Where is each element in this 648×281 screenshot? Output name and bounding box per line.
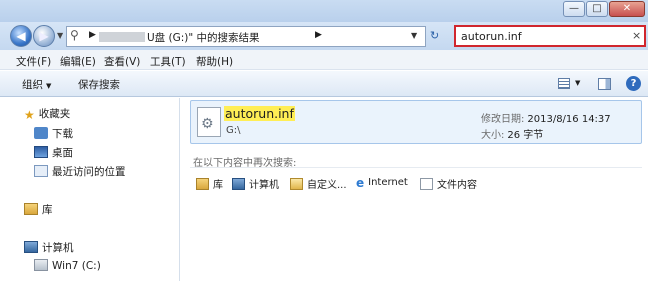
address-dropdown-icon[interactable]: ▼ bbox=[411, 31, 417, 40]
library-icon bbox=[24, 203, 38, 215]
search-result-item[interactable]: ⚙ autorun.inf G:\ 修改日期: 2013/8/16 14:37 大… bbox=[190, 100, 642, 144]
nav-drive-c[interactable]: Win7 (C:) bbox=[34, 259, 101, 272]
minimize-button[interactable]: — bbox=[563, 1, 585, 17]
clear-search-icon[interactable]: × bbox=[632, 29, 641, 42]
nav-downloads[interactable]: 下载 bbox=[34, 126, 73, 141]
search-again-internet[interactable]: e Internet bbox=[356, 176, 408, 190]
hard-drive-icon bbox=[34, 259, 48, 271]
search-again-custom[interactable]: 自定义... bbox=[290, 176, 347, 191]
modified-label: 修改日期: bbox=[481, 114, 525, 125]
search-again-label: 自定义... bbox=[307, 180, 347, 191]
breadcrumb[interactable]: U盘 (G:)" 中的搜索结果 bbox=[147, 30, 260, 45]
recent-places-icon bbox=[34, 165, 48, 177]
command-bar: 组织 ▼ 保存搜索 ▼ ? bbox=[0, 71, 648, 97]
search-again-label: 计算机 bbox=[249, 180, 279, 191]
menu-file[interactable]: 文件(F) bbox=[16, 54, 51, 69]
document-icon bbox=[420, 178, 433, 190]
search-input[interactable]: autorun.inf × bbox=[454, 25, 646, 47]
settings-file-icon: ⚙ bbox=[197, 107, 221, 137]
breadcrumb-chevron-icon[interactable]: ▶ bbox=[89, 30, 96, 40]
forward-button[interactable]: ▶ bbox=[33, 25, 55, 47]
close-button[interactable]: ✕ bbox=[609, 1, 645, 17]
menu-help[interactable]: 帮助(H) bbox=[196, 54, 233, 69]
downloads-folder-icon bbox=[34, 127, 48, 139]
computer-icon bbox=[232, 178, 245, 190]
nav-label: Win7 (C:) bbox=[52, 260, 101, 272]
back-button[interactable]: ◀ bbox=[10, 25, 32, 47]
modified-value: 2013/8/16 14:37 bbox=[527, 114, 611, 125]
search-again-label: Internet bbox=[368, 177, 408, 188]
star-icon: ★ bbox=[24, 108, 35, 122]
nav-label: 收藏夹 bbox=[38, 108, 71, 120]
search-again-computer[interactable]: 计算机 bbox=[232, 176, 279, 191]
recent-pages-dropdown-icon[interactable]: ▼ bbox=[57, 31, 63, 40]
title-bar: — □ ✕ bbox=[0, 0, 648, 22]
search-again-label: 库 bbox=[213, 180, 223, 191]
menu-bar: 文件(F) 编辑(E) 查看(V) 工具(T) 帮助(H) bbox=[0, 50, 648, 70]
nav-label: 计算机 bbox=[42, 242, 74, 254]
nav-computer[interactable]: 计算机 bbox=[24, 240, 74, 255]
preview-pane-icon[interactable] bbox=[598, 78, 611, 90]
change-view-icon[interactable] bbox=[558, 78, 570, 89]
refresh-icon[interactable]: ↻ bbox=[430, 29, 439, 42]
menu-tools[interactable]: 工具(T) bbox=[150, 54, 186, 69]
redacted-breadcrumb bbox=[99, 32, 145, 42]
divider bbox=[190, 167, 642, 168]
nav-label: 下载 bbox=[52, 128, 73, 140]
navigation-pane: ★ 收藏夹 下载 桌面 最近访问的位置 库 计算机 Win7 (C:) bbox=[0, 98, 180, 281]
search-again-libraries[interactable]: 库 bbox=[196, 176, 223, 191]
search-location-icon: ⚲ bbox=[70, 28, 79, 42]
nav-label: 库 bbox=[42, 204, 53, 216]
search-again-label: 文件内容 bbox=[437, 180, 477, 191]
organize-button[interactable]: 组织 ▼ bbox=[22, 77, 51, 92]
breadcrumb-chevron-icon[interactable]: ▶ bbox=[315, 30, 322, 40]
address-bar[interactable]: ⚲ ▶ U盘 (G:)" 中的搜索结果 ▶ ▼ bbox=[66, 26, 426, 47]
menu-edit[interactable]: 编辑(E) bbox=[60, 54, 96, 69]
menu-view[interactable]: 查看(V) bbox=[104, 54, 140, 69]
result-file-path: G:\ bbox=[226, 125, 241, 136]
nav-libraries[interactable]: 库 bbox=[24, 202, 53, 217]
organize-label: 组织 bbox=[22, 79, 43, 91]
nav-desktop[interactable]: 桌面 bbox=[34, 145, 73, 160]
internet-explorer-icon: e bbox=[356, 176, 365, 190]
search-input-value[interactable]: autorun.inf bbox=[461, 30, 522, 43]
library-icon bbox=[196, 178, 209, 190]
chevron-down-icon: ▼ bbox=[46, 82, 52, 90]
result-file-name[interactable]: autorun.inf bbox=[224, 106, 295, 121]
search-again-file-contents[interactable]: 文件内容 bbox=[420, 176, 477, 191]
gear-icon: ⚙ bbox=[201, 116, 214, 132]
nav-recent-places[interactable]: 最近访问的位置 bbox=[34, 164, 126, 179]
help-icon[interactable]: ? bbox=[626, 76, 641, 91]
custom-folder-icon bbox=[290, 178, 303, 190]
save-search-button[interactable]: 保存搜索 bbox=[78, 77, 120, 92]
nav-favorites[interactable]: ★ 收藏夹 bbox=[24, 106, 71, 122]
view-dropdown-icon[interactable]: ▼ bbox=[575, 79, 580, 87]
nav-label: 最近访问的位置 bbox=[52, 166, 126, 178]
size-label: 大小: bbox=[481, 130, 505, 141]
result-modified: 修改日期: 2013/8/16 14:37 bbox=[481, 110, 611, 125]
desktop-icon bbox=[34, 146, 48, 158]
result-size: 大小: 26 字节 bbox=[481, 126, 543, 141]
computer-icon bbox=[24, 241, 38, 253]
maximize-button[interactable]: □ bbox=[586, 1, 608, 17]
size-value: 26 字节 bbox=[507, 130, 544, 141]
nav-label: 桌面 bbox=[52, 147, 73, 159]
